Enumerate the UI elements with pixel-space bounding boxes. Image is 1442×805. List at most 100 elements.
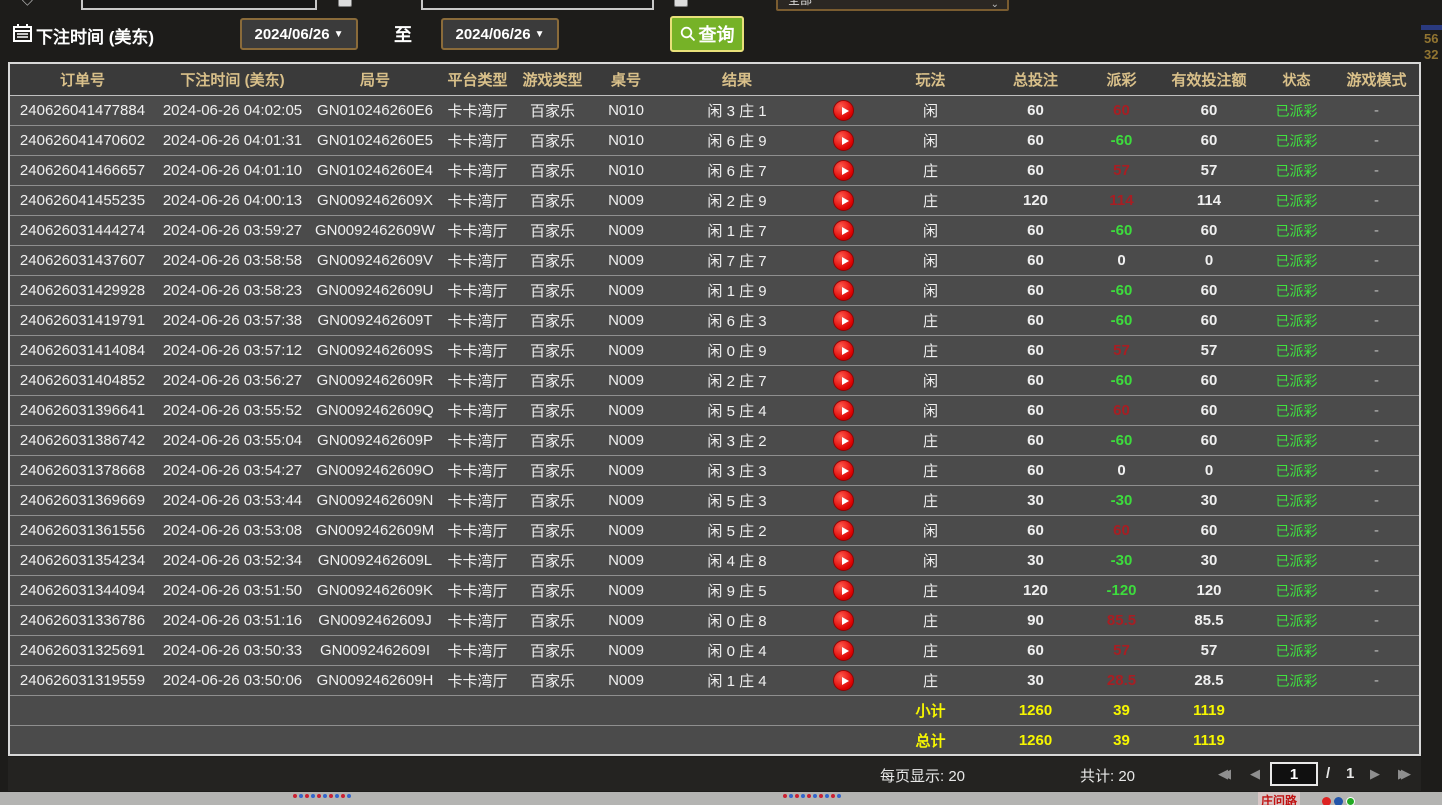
cell-table-no: N009: [590, 222, 662, 239]
total-row: 总计1260391119: [10, 726, 1419, 756]
cell-status: 已派彩: [1259, 491, 1334, 511]
query-button[interactable]: 查询: [670, 16, 744, 52]
play-replay-button[interactable]: [833, 610, 854, 631]
cell-result: 闲 2 庄 9: [662, 190, 812, 211]
cell-result: 闲 7 庄 7: [662, 250, 812, 271]
cell-play-side: 庄: [874, 340, 987, 361]
cell-order-no: 240626041477884: [10, 102, 155, 119]
cell-result: 结果: [662, 69, 812, 90]
cell-play-side: 闲: [874, 100, 987, 121]
cell-game-no: GN0092462609J: [310, 612, 440, 629]
cell-payout: -120: [1084, 582, 1159, 599]
play-replay-button[interactable]: [833, 250, 854, 271]
cell-valid-bet: 28.5: [1159, 672, 1259, 689]
cell-replay: [812, 670, 874, 691]
cell-result: 闲 0 庄 4: [662, 640, 812, 661]
cell-order-no: 240626031378668: [10, 462, 155, 479]
play-replay-button[interactable]: [833, 340, 854, 361]
input-calendar-icon-2[interactable]: [674, 0, 688, 7]
play-replay-button[interactable]: [833, 490, 854, 511]
play-replay-button[interactable]: [833, 400, 854, 421]
play-replay-button[interactable]: [833, 550, 854, 571]
first-page-button[interactable]: ◀◀: [1218, 766, 1231, 782]
cell-order-no: 240626031344094: [10, 582, 155, 599]
cell-bet-time: 2024-06-26 04:00:13: [155, 192, 310, 209]
play-replay-button[interactable]: [833, 640, 854, 661]
table-row: 2406260313440942024-06-26 03:51:50GN0092…: [10, 576, 1419, 606]
cell-game-mode: -: [1334, 132, 1419, 149]
calendar-icon: [13, 24, 32, 42]
cell-total-bet: 120: [987, 582, 1084, 599]
table-row: 2406260313615562024-06-26 03:53:08GN0092…: [10, 516, 1419, 546]
page-number-input[interactable]: [1270, 762, 1318, 786]
play-replay-button[interactable]: [833, 370, 854, 391]
play-replay-button[interactable]: [833, 220, 854, 241]
cell-table-no: N009: [590, 492, 662, 509]
cell-replay: [812, 610, 874, 631]
top-input-1[interactable]: [81, 0, 317, 10]
cell-play-side: 总计: [874, 730, 987, 751]
play-replay-button[interactable]: [833, 160, 854, 181]
cell-game-no: GN0092462609Q: [310, 402, 440, 419]
banker-road-label: 庄问路: [1258, 792, 1300, 805]
cell-valid-bet: 60: [1159, 102, 1259, 119]
table-header-row: 订单号下注时间 (美东)局号平台类型游戏类型桌号结果玩法总投注派彩有效投注额状态…: [10, 64, 1419, 96]
cell-order-no: 240626031419791: [10, 312, 155, 329]
cell-play-side: 庄: [874, 610, 987, 631]
play-replay-button[interactable]: [833, 310, 854, 331]
table-row: 2406260314197912024-06-26 03:57:38GN0092…: [10, 306, 1419, 336]
play-replay-button[interactable]: [833, 580, 854, 601]
top-input-2[interactable]: [421, 0, 654, 10]
play-replay-button[interactable]: [833, 430, 854, 451]
cell-status: 已派彩: [1259, 191, 1334, 211]
next-page-button[interactable]: ▶: [1370, 766, 1380, 782]
table-row: 2406260313786682024-06-26 03:54:27GN0092…: [10, 456, 1419, 486]
cell-table-no: N009: [590, 312, 662, 329]
cell-status: 已派彩: [1259, 101, 1334, 121]
table-row: 2406260414552352024-06-26 04:00:13GN0092…: [10, 186, 1419, 216]
bet-records-table: 订单号下注时间 (美东)局号平台类型游戏类型桌号结果玩法总投注派彩有效投注额状态…: [8, 62, 1421, 756]
cell-platform: 卡卡湾厅: [440, 370, 515, 391]
cell-valid-bet: 0: [1159, 252, 1259, 269]
cell-replay: [812, 550, 874, 571]
cell-status: 状态: [1259, 70, 1334, 90]
prev-page-button[interactable]: ◀: [1250, 766, 1260, 782]
play-replay-button[interactable]: [833, 100, 854, 121]
per-page-label: 每页显示: 20: [880, 765, 965, 786]
cell-play-side: 闲: [874, 280, 987, 301]
input-calendar-icon-1[interactable]: [338, 0, 352, 7]
cell-game-no: GN010246260E6: [310, 102, 440, 119]
cell-replay: [812, 190, 874, 211]
play-replay-button[interactable]: [833, 190, 854, 211]
date-from-select[interactable]: 2024/06/26 ▼: [240, 18, 358, 50]
play-replay-button[interactable]: [833, 520, 854, 541]
play-replay-button[interactable]: [833, 670, 854, 691]
query-button-label: 查询: [699, 21, 735, 47]
cell-bet-time: 2024-06-26 03:58:58: [155, 252, 310, 269]
table-row: 2406260313966412024-06-26 03:55:52GN0092…: [10, 396, 1419, 426]
cell-order-no: 240626041466657: [10, 162, 155, 179]
cell-platform: 卡卡湾厅: [440, 550, 515, 571]
cell-valid-bet: 60: [1159, 312, 1259, 329]
cell-platform: 卡卡湾厅: [440, 280, 515, 301]
date-to-select[interactable]: 2024/06/26 ▼: [441, 18, 559, 50]
last-page-button[interactable]: ▶▶: [1398, 766, 1411, 782]
cell-status: 已派彩: [1259, 581, 1334, 601]
play-replay-button[interactable]: [833, 280, 854, 301]
play-replay-button[interactable]: [833, 460, 854, 481]
cell-payout: -30: [1084, 492, 1159, 509]
cell-total-bet: 1260: [987, 732, 1084, 749]
cell-payout: 60: [1084, 522, 1159, 539]
cell-game-mode: -: [1334, 432, 1419, 449]
cell-platform: 卡卡湾厅: [440, 160, 515, 181]
cell-table-no: N009: [590, 582, 662, 599]
cell-bet-time: 2024-06-26 03:55:04: [155, 432, 310, 449]
table-row: 2406260313542342024-06-26 03:52:34GN0092…: [10, 546, 1419, 576]
cell-game-type: 百家乐: [515, 220, 590, 241]
cell-result: 闲 4 庄 8: [662, 550, 812, 571]
table-row: 2406260314442742024-06-26 03:59:27GN0092…: [10, 216, 1419, 246]
play-replay-button[interactable]: [833, 130, 854, 151]
background-window-strip: 庄问路: [0, 792, 1442, 805]
top-filter-dropdown[interactable]: 全部 ⌄: [776, 0, 1009, 11]
result-balls: [1322, 793, 1358, 805]
